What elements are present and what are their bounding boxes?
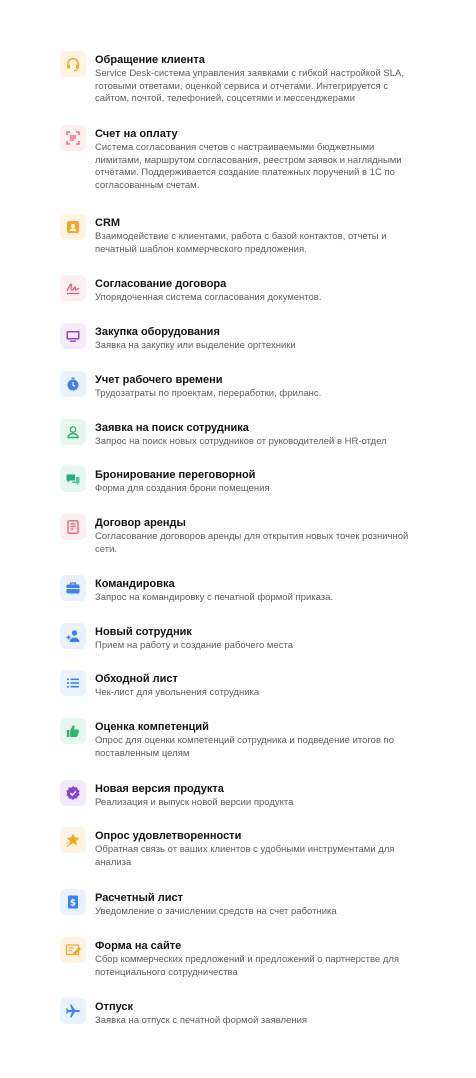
user-outline-icon: [60, 419, 86, 445]
dollar-icon: $: [60, 889, 86, 915]
chat-bubbles-icon: [60, 466, 86, 492]
verified-badge-icon: [60, 780, 86, 806]
star-icon: [60, 827, 86, 853]
airplane-icon: [60, 998, 86, 1024]
add-user-icon: [60, 623, 86, 649]
item-description: Согласование договоров аренды для открыт…: [95, 531, 409, 555]
signature-icon: [60, 275, 86, 301]
item-title: Заявка на поиск сотрудника: [95, 422, 249, 434]
thumbs-up-icon: [60, 718, 86, 744]
item-title: Расчетный лист: [95, 892, 183, 904]
item-title: Согласование договора: [95, 278, 227, 290]
invoice-scan-icon: [60, 125, 86, 151]
item-description: Взаимодействие с клиентами, работа с баз…: [95, 231, 387, 255]
monitor-icon: [60, 323, 86, 349]
item-title: Договор аренды: [95, 517, 186, 529]
item-description: Service Desk-система управления заявками…: [95, 68, 405, 105]
item-description: Запрос на поиск новых сотрудников от рук…: [95, 436, 387, 447]
item-description: Заявка на отпуск с печатной формой заявл…: [95, 1015, 308, 1026]
item-title: Учет рабочего времени: [95, 374, 223, 386]
briefcase-icon: [60, 575, 86, 601]
svg-text:$: $: [70, 899, 76, 909]
item-title: Новая версия продукта: [95, 783, 224, 795]
item-description: Запрос на командировку с печатной формой…: [95, 592, 334, 603]
process-template-list: Обращение клиента Service Desk-система у…: [0, 0, 476, 1078]
document-icon: [60, 514, 86, 540]
checklist-icon: [60, 670, 86, 696]
item-description: Чек-лист для увольнения сотрудника: [95, 687, 260, 698]
item-title: Счет на оплату: [95, 128, 178, 140]
item-description: Уведомление о зачислении средств на счет…: [95, 906, 337, 917]
item-title: Опрос удовлетворенности: [95, 830, 242, 842]
item-title: Новый сотрудник: [95, 626, 192, 638]
item-title: Оценка компетенций: [95, 721, 209, 733]
item-description: Реализация и выпуск новой версии продукт…: [95, 797, 294, 808]
item-description: Заявка на закупку или выделение оргтехни…: [95, 340, 296, 351]
item-description: Опрос для оценки компетенций сотрудника …: [95, 735, 395, 759]
item-description: Форма для создания брони помещения: [95, 483, 270, 494]
item-description: Упорядоченная система согласования докум…: [95, 292, 322, 303]
item-title: Бронирование переговорной: [95, 469, 256, 481]
contact-card-icon: [60, 214, 86, 240]
item-description: Система согласования счетов с настраивае…: [95, 142, 402, 191]
web-form-icon: [60, 937, 86, 963]
item-title: Обращение клиента: [95, 54, 205, 66]
item-title: Форма на сайте: [95, 940, 182, 952]
item-title: Отпуск: [95, 1001, 134, 1013]
item-title: Командировка: [95, 578, 175, 590]
item-title: Обходной лист: [95, 673, 178, 685]
item-description: Трудозатраты по проектам, переработки, ф…: [95, 388, 322, 399]
item-description: Обратная связь от ваших клиентов с удобн…: [95, 844, 395, 868]
item-title: Закупка оборудования: [95, 326, 220, 338]
item-title: CRM: [95, 217, 121, 229]
item-description: Прием на работу и создание рабочего мест…: [95, 640, 293, 651]
item-description: Сбор коммерческих предложений и предложе…: [95, 954, 400, 978]
stopwatch-icon: [60, 371, 86, 397]
headset-icon: [60, 51, 86, 77]
